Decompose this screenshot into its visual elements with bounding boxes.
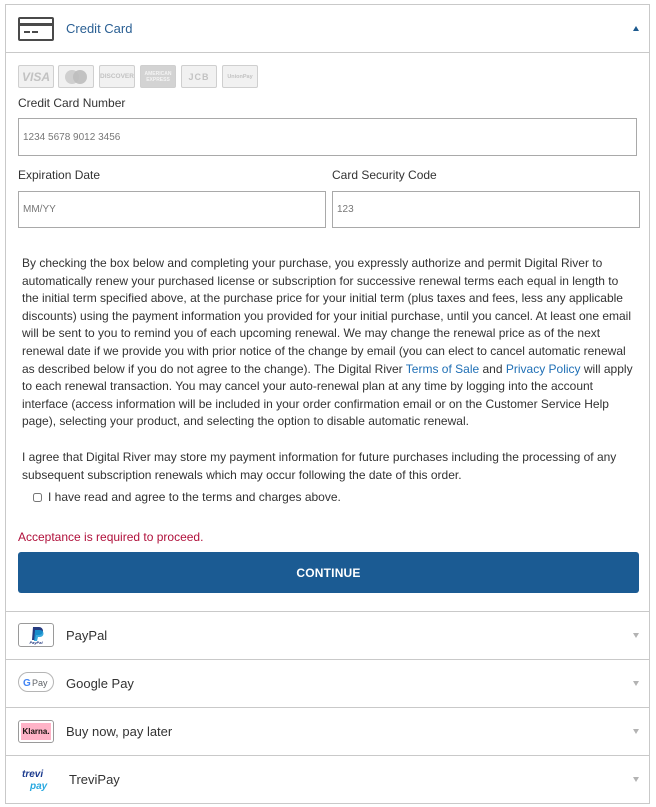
security-code-label: Card Security Code (332, 168, 437, 182)
jcb-logo: JCB (181, 65, 217, 88)
amex-logo: AMERICAN EXPRESS (140, 65, 176, 88)
klarna-method[interactable]: Klarna. Buy now, pay later (6, 708, 649, 755)
trevipay-icon: trevi pay (20, 766, 60, 792)
error-message: Acceptance is required to proceed. (18, 530, 204, 544)
klarna-label: Buy now, pay later (66, 724, 173, 739)
svg-text:pay: pay (29, 781, 48, 792)
chevron-down-icon[interactable] (633, 681, 639, 686)
payment-storage-consent: I agree that Digital River may store my … (22, 450, 617, 482)
credit-card-label: Credit Card (66, 21, 133, 36)
privacy-policy-link[interactable]: Privacy Policy (506, 362, 581, 376)
terms-text: and (479, 361, 506, 376)
google-pay-method[interactable]: G Pay Google Pay (6, 660, 649, 707)
trevipay-method[interactable]: trevi pay TreviPay (6, 756, 649, 803)
security-code-input[interactable] (332, 191, 640, 228)
chevron-down-icon[interactable] (633, 777, 639, 782)
terms-of-sale-link[interactable]: Terms of Sale (406, 362, 479, 376)
svg-text:Pay: Pay (32, 678, 48, 688)
svg-text:G: G (23, 678, 31, 689)
credit-card-header[interactable]: Credit Card (6, 5, 649, 52)
card-number-label: Credit Card Number (18, 96, 126, 110)
card-number-input[interactable] (18, 118, 637, 156)
paypal-method[interactable]: PayPal PayPal (6, 612, 649, 659)
visa-logo: VISA (18, 65, 54, 88)
klarna-icon: Klarna. (18, 720, 54, 743)
mastercard-logo (58, 65, 94, 88)
auto-renewal-terms: By checking the box below and completing… (22, 255, 637, 431)
discover-logo: DISCOVER (99, 65, 135, 88)
agree-terms-row[interactable]: I have read and agree to the terms and c… (33, 490, 341, 504)
payment-methods-panel: Credit Card VISA DISCOVER AMERICAN EXPRE… (5, 4, 650, 804)
agree-terms-label: I have read and agree to the terms and c… (48, 490, 341, 504)
svg-text:trevi: trevi (22, 769, 43, 780)
klarna-icon-text: Klarna. (21, 723, 51, 740)
paypal-icon: PayPal (18, 623, 54, 647)
paypal-label: PayPal (66, 628, 108, 643)
trevipay-label: TreviPay (69, 772, 120, 787)
google-pay-label: Google Pay (66, 676, 134, 691)
divider (6, 52, 649, 53)
expiration-date-input[interactable] (18, 191, 326, 228)
svg-text:PayPal: PayPal (29, 640, 43, 645)
terms-text: By checking the box below and completing… (22, 256, 631, 376)
chevron-down-icon[interactable] (633, 729, 639, 734)
credit-card-icon (18, 17, 54, 41)
expiration-date-label: Expiration Date (18, 168, 101, 182)
chevron-up-icon[interactable] (633, 26, 639, 31)
google-pay-icon: G Pay (18, 672, 54, 692)
unionpay-logo: UnionPay (222, 65, 258, 88)
continue-button[interactable]: CONTINUE (18, 552, 639, 593)
chevron-down-icon[interactable] (633, 633, 639, 638)
agree-terms-checkbox[interactable] (33, 492, 42, 502)
